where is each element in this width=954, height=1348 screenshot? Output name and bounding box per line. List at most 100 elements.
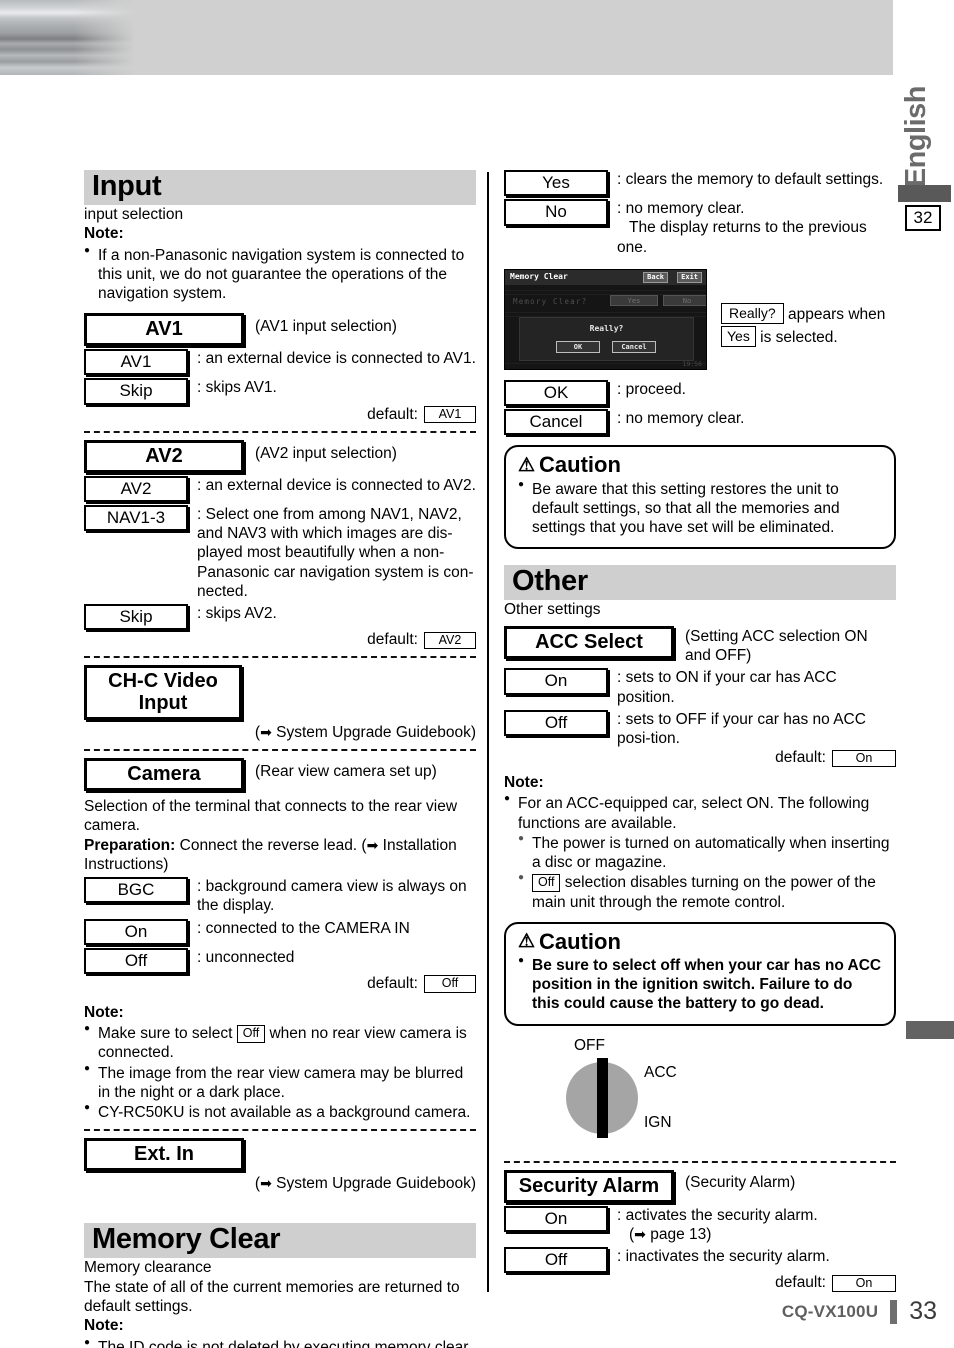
option-desc: : background camera view is always on th… (197, 878, 467, 915)
av2-option-av2[interactable]: AV2 : an external device is connected to… (84, 475, 476, 502)
security-option-on[interactable]: On : activates the security alarm. (➡ pa… (504, 1205, 896, 1244)
camera-paren: (Rear view camera set up) (255, 763, 437, 781)
input-notes: If a non-Panasonic navigation system is … (84, 245, 476, 304)
option-label[interactable]: On (504, 1205, 608, 1232)
divider-dashed (84, 656, 476, 659)
input-section-heading: Input (84, 170, 476, 205)
memory-clear-subtitle-1: Memory clearance (84, 1259, 212, 1277)
av1-option-skip[interactable]: Skip : skips AV1. (84, 378, 476, 405)
option-desc: : skips AV2. (197, 605, 277, 623)
security-option-off[interactable]: Off : inactivates the security alarm. (504, 1247, 896, 1274)
option-label[interactable]: OK (504, 379, 608, 407)
option-desc: : no memory clear. The display returns t… (617, 199, 896, 257)
camera-title-box[interactable]: Camera (84, 758, 244, 792)
security-alarm-title-box[interactable]: Security Alarm (504, 1169, 674, 1203)
option-label[interactable]: Off (84, 947, 188, 975)
option-label[interactable]: Skip (84, 604, 188, 631)
footer-model: CQ-VX100U (781, 1301, 879, 1321)
security-alarm-block: Security Alarm (Security Alarm) (504, 1169, 896, 1203)
preparation-label: Preparation: (84, 836, 176, 854)
footer-page-number: 33 (909, 1297, 937, 1325)
lcd-no-button[interactable]: No (663, 294, 706, 306)
option-desc: : an external device is connected to AV2… (197, 476, 476, 494)
camera-option-bgc[interactable]: BGC : background camera view is always o… (84, 877, 476, 915)
divider-dashed (84, 430, 476, 433)
warning-triangle-icon: ⚠ (518, 455, 536, 476)
option-label[interactable]: Off (504, 709, 608, 737)
av2-option-nav[interactable]: NAV1-3 : Select one from among NAV1, NAV… (84, 504, 476, 601)
option-label[interactable]: AV2 (84, 475, 188, 502)
lcd-ok-button[interactable]: OK (556, 340, 600, 353)
av2-option-skip[interactable]: Skip : skips AV2. (84, 604, 476, 631)
camera-intro: Selection of the terminal that connects … (84, 798, 458, 835)
ext-in-title-box[interactable]: Ext. In (84, 1138, 244, 1172)
camera-preparation: Preparation: Connect the reverse lead. (… (84, 836, 476, 874)
camera-option-on[interactable]: On : connected to the CAMERA IN (84, 918, 476, 945)
default-label: default: (775, 749, 826, 767)
option-desc-line2: The display returns to the previous one. (617, 219, 867, 256)
default-value: AV1 (424, 405, 476, 424)
option-label[interactable]: Off (504, 1247, 608, 1274)
list-item: For an ACC-equipped car, select ON. The … (504, 793, 896, 911)
option-label[interactable]: Skip (84, 378, 188, 405)
option-label[interactable]: BGC (84, 877, 188, 904)
previous-page-number: 32 (905, 205, 941, 231)
security-default: default: On (504, 1274, 896, 1292)
memclear-option-no[interactable]: No : no memory clear. The display return… (504, 199, 896, 257)
right-column: Yes : clears the memory to default setti… (504, 170, 896, 1292)
memory-clear-note-label: Note: (84, 1317, 124, 1335)
option-label[interactable]: NAV1-3 (84, 504, 188, 532)
list-item: The image from the rear view camera may … (84, 1063, 476, 1102)
caption-text-2: is selected. (760, 329, 838, 347)
chc-video-block: CH-C Video Input (➡ System Upgrade Guide… (84, 665, 476, 742)
divider-dashed (84, 1129, 476, 1132)
acc-option-off[interactable]: Off : sets to OFF if your car has no ACC… (504, 709, 896, 748)
page-banner (0, 0, 893, 75)
ext-in-reference-text: System Upgrade Guidebook) (276, 1175, 476, 1193)
lcd-exit-button[interactable]: Exit (677, 271, 702, 283)
option-desc-line1: : no memory clear. (617, 200, 745, 218)
av1-option-av1[interactable]: AV1 : an external device is connected to… (84, 349, 476, 376)
lcd-yes-button[interactable]: Yes (610, 294, 658, 306)
ignition-switch-diagram: OFF ACC IGN (544, 1034, 754, 1154)
option-label[interactable]: On (504, 668, 608, 695)
memclear-option-yes[interactable]: Yes : clears the memory to default setti… (504, 170, 896, 197)
camera-option-off[interactable]: Off : unconnected (84, 947, 476, 975)
option-label[interactable]: AV1 (84, 349, 188, 376)
lcd-caption: Really? appears when Yes is selected. (721, 257, 885, 350)
option-desc-ref-text: page 13) (650, 1225, 712, 1243)
option-desc: : sets to ON if your car has ACC positio… (617, 669, 837, 706)
option-label[interactable]: No (504, 199, 608, 226)
default-label: default: (367, 631, 418, 649)
camera-default: default: Off (84, 975, 476, 993)
memory-clear-subtitle-2: The state of all of the current memories… (84, 1278, 460, 1316)
banner-photo (0, 0, 135, 75)
memclear-option-ok[interactable]: OK : proceed. (504, 379, 896, 407)
caution-title: ⚠ Caution (518, 929, 882, 954)
camera-note-label: Note: (84, 1004, 124, 1022)
av1-title-box[interactable]: AV1 (84, 313, 244, 347)
option-label[interactable]: On (84, 918, 188, 945)
language-tab-label: English (899, 86, 932, 188)
memclear-option-cancel[interactable]: Cancel : no memory clear. (504, 409, 896, 436)
warning-triangle-icon: ⚠ (518, 931, 536, 953)
memory-clear-notes: The ID code is not deleted by executing … (84, 1337, 476, 1348)
option-label[interactable]: Yes (504, 170, 608, 197)
acc-notes: For an ACC-equipped car, select ON. The … (504, 793, 896, 911)
acc-note-label: Note: (504, 774, 544, 792)
list-item: The ID code is not deleted by executing … (84, 1337, 476, 1348)
chc-video-title-box[interactable]: CH-C Video Input (84, 665, 242, 721)
av2-title-box[interactable]: AV2 (84, 439, 244, 473)
acc-option-on[interactable]: On : sets to ON if your car has ACC posi… (504, 668, 896, 706)
caption-text-1: appears when (788, 305, 886, 323)
default-value: On (832, 749, 896, 767)
av2-default: default: AV2 (84, 631, 476, 649)
manual-page: English 32 Input input selection Note: I… (0, 0, 954, 1348)
acc-select-title-box[interactable]: ACC Select (504, 625, 674, 659)
lcd-cancel-button[interactable]: Cancel (612, 340, 656, 353)
default-label: default: (367, 405, 418, 423)
list-item: The power is turned on automatically whe… (518, 833, 896, 872)
lcd-back-button[interactable]: Back (643, 271, 668, 283)
option-desc: : proceed. (617, 380, 686, 398)
option-label[interactable]: Cancel (504, 409, 608, 436)
